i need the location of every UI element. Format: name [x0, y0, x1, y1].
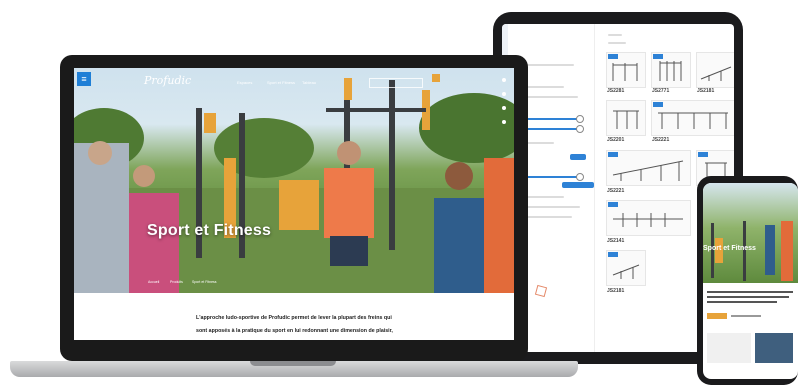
social-icon[interactable]: [502, 106, 506, 110]
phone-hero: Sport et Fitness: [703, 183, 798, 283]
phone-text-line: [707, 301, 777, 303]
filter-submit-button[interactable]: [562, 182, 594, 188]
hamburger-icon: ≡: [81, 74, 87, 84]
product-card[interactable]: [606, 250, 646, 286]
product-card[interactable]: [651, 52, 691, 88]
sort-label: [608, 34, 622, 36]
hero-banner: ≡ Profudic Espaces Sport et Fitness Tabl…: [74, 68, 514, 293]
phone-text-line: [731, 315, 761, 317]
product-image: [612, 160, 684, 181]
product-image: [700, 66, 732, 81]
product-code: JS2281: [607, 88, 625, 94]
product-image: [613, 110, 639, 129]
slider-handle[interactable]: [576, 125, 584, 133]
product-card[interactable]: [606, 150, 691, 186]
product-card[interactable]: [606, 100, 646, 136]
slider-handle[interactable]: [576, 173, 584, 181]
breadcrumb-item[interactable]: Produits: [170, 280, 183, 284]
product-code: JS2221: [607, 188, 625, 194]
laptop-screen: ≡ Profudic Espaces Sport et Fitness Tabl…: [74, 68, 514, 340]
hero-photo: [74, 78, 514, 293]
nav-link[interactable]: Espaces: [237, 80, 252, 85]
nav-link[interactable]: Tableau: [302, 80, 316, 85]
breadcrumb-item: Sport et Fitness: [192, 280, 217, 284]
phone-screen: Sport et Fitness: [703, 183, 798, 379]
social-rail: [502, 78, 506, 170]
phone-logo-badge: [707, 313, 727, 319]
site-logo[interactable]: Profudic: [144, 74, 191, 87]
decor-square: [534, 284, 548, 298]
sort-select[interactable]: [608, 42, 626, 44]
product-card[interactable]: [696, 52, 734, 88]
product-card[interactable]: [651, 100, 734, 136]
social-icon[interactable]: [502, 120, 506, 124]
slider-handle[interactable]: [576, 115, 584, 123]
product-code: JS2201: [607, 137, 625, 143]
product-image: [658, 112, 728, 129]
laptop-notch: [250, 361, 336, 366]
product-card[interactable]: [606, 200, 691, 236]
account-icon[interactable]: [432, 74, 440, 82]
product-image: [659, 61, 682, 81]
product-code: JS2181: [607, 288, 625, 294]
phone-text-line: [707, 296, 789, 298]
phone-card-image[interactable]: [755, 333, 793, 363]
social-icon[interactable]: [502, 78, 506, 82]
phone-page-title: Sport et Fitness: [703, 245, 756, 252]
phone-hero-photo: [711, 221, 793, 281]
product-code: JS2181: [697, 88, 715, 94]
breadcrumb-item[interactable]: Accueil: [148, 280, 159, 284]
phone-text-line: [707, 291, 793, 293]
phone-card[interactable]: [707, 333, 751, 363]
filter-apply-button[interactable]: [570, 154, 586, 160]
product-code: JS2141: [607, 238, 625, 244]
product-code: JS2221: [652, 137, 670, 143]
product-image: [613, 213, 683, 227]
nav-link[interactable]: Sport et Fitness: [267, 80, 295, 85]
product-image: [612, 264, 640, 279]
product-card[interactable]: [606, 52, 646, 88]
product-code: JS2771: [652, 88, 670, 94]
product-image: [612, 63, 638, 81]
menu-button[interactable]: ≡: [77, 72, 91, 86]
page-title: Sport et Fitness: [147, 222, 272, 239]
search-input[interactable]: [369, 78, 423, 88]
intro-paragraph: L'approche ludo-sportive de Profudic per…: [196, 315, 393, 334]
social-icon[interactable]: [502, 92, 506, 96]
